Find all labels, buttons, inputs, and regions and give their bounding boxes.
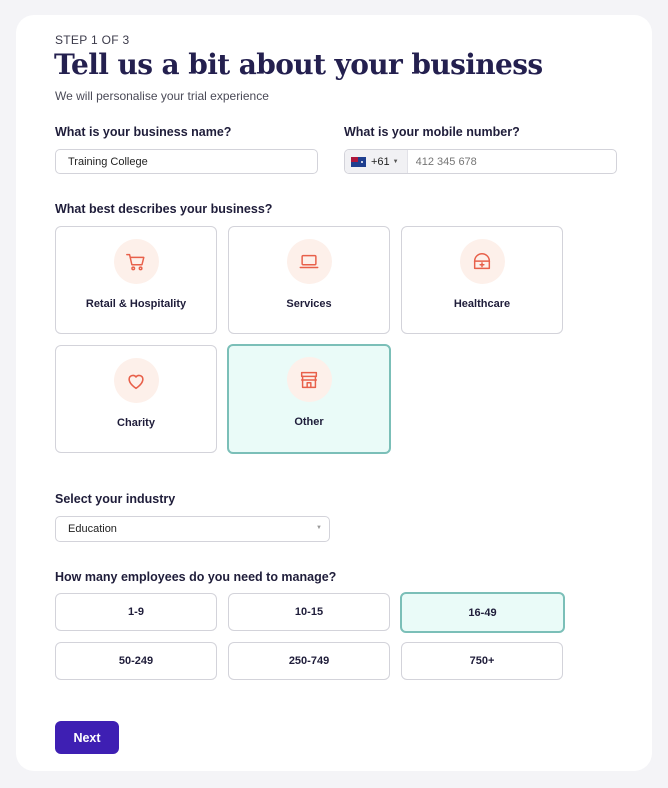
business-name-label: What is your business name? (55, 125, 232, 139)
employees-option[interactable]: 1-9 (55, 593, 217, 631)
employees-option[interactable]: 250-749 (228, 642, 390, 680)
business-type-services[interactable]: Services (228, 226, 390, 334)
mobile-number-input[interactable] (407, 155, 588, 168)
business-type-healthcare[interactable]: Healthcare (401, 226, 563, 334)
employees-label: How many employees do you need to manage… (55, 570, 337, 584)
industry-value: Education (68, 523, 117, 535)
medical-kit-icon (459, 239, 505, 284)
laptop-icon (286, 239, 332, 284)
tile-label: Other (294, 416, 324, 428)
tile-label: Retail & Hospitality (85, 298, 187, 310)
business-type-charity[interactable]: Charity (55, 345, 217, 453)
business-type-other[interactable]: Other (227, 344, 391, 454)
chevron-down-icon: ▼ (316, 525, 322, 531)
employees-option[interactable]: 10-15 (228, 593, 390, 631)
shopping-cart-icon (113, 239, 159, 284)
employees-option-selected[interactable]: 16-49 (400, 592, 565, 633)
heart-icon (113, 358, 159, 403)
business-name-input[interactable]: Training College (55, 149, 318, 174)
page-title: Tell us a bit about your business (54, 48, 543, 81)
next-button[interactable]: Next (55, 721, 119, 754)
employees-option[interactable]: 750+ (401, 642, 563, 680)
tile-label: Healthcare (453, 298, 511, 310)
mobile-number-field: +61 ▼ (344, 149, 617, 174)
business-type-label: What best describes your business? (55, 202, 273, 216)
country-code-selector[interactable]: +61 ▼ (345, 150, 408, 173)
tile-label: Services (286, 298, 332, 310)
employees-option[interactable]: 50-249 (55, 642, 217, 680)
country-code: +61 (371, 155, 390, 168)
storefront-icon (286, 357, 332, 402)
australia-flag-icon (351, 156, 366, 167)
mobile-number-label: What is your mobile number? (344, 125, 520, 139)
step-indicator: STEP 1 OF 3 (55, 33, 130, 47)
industry-label: Select your industry (55, 492, 176, 506)
business-type-retail-hospitality[interactable]: Retail & Hospitality (55, 226, 217, 334)
industry-select[interactable]: Education ▼ (55, 516, 330, 542)
chevron-down-icon: ▼ (392, 158, 399, 165)
tile-label: Charity (117, 417, 155, 429)
page-subtitle: We will personalise your trial experienc… (55, 89, 269, 103)
